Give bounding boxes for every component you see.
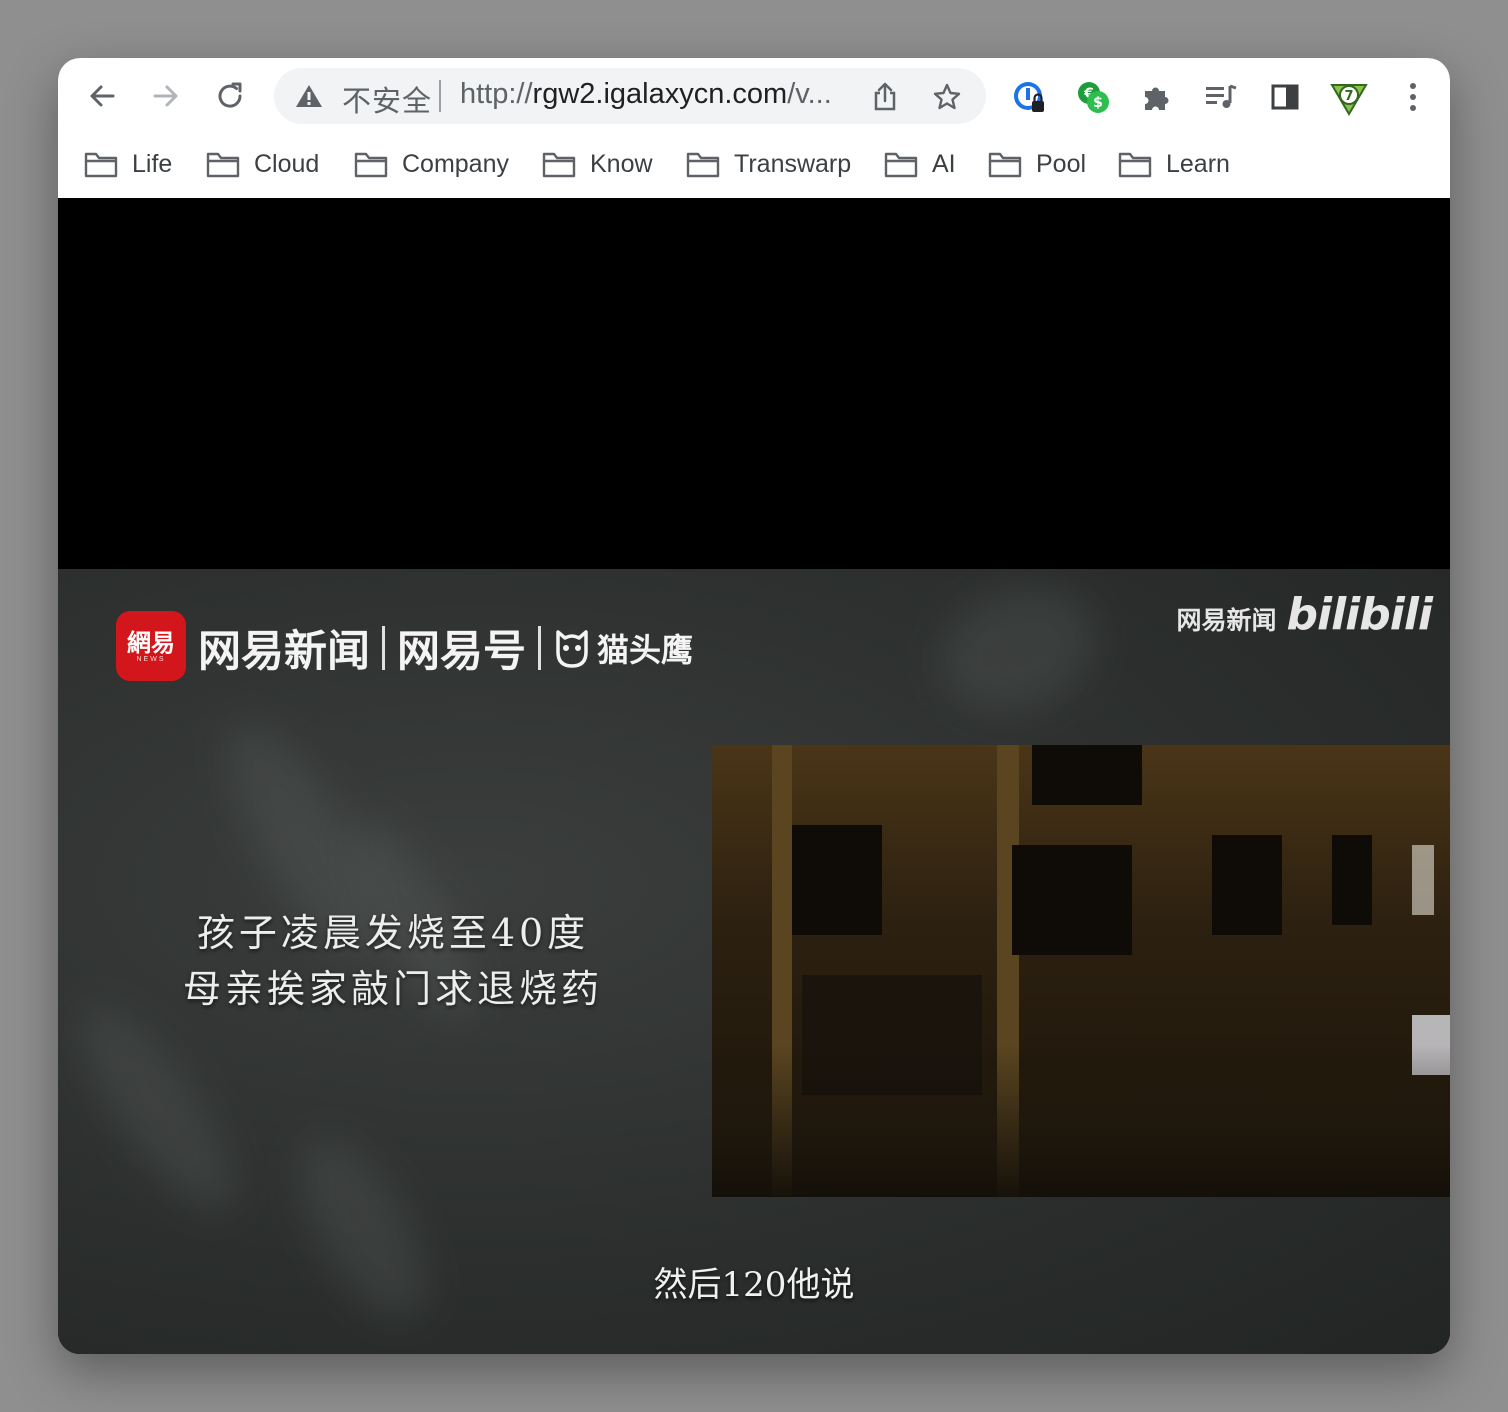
side-panel-icon bbox=[1271, 84, 1299, 110]
headline-line: 孩子凌晨发烧至40度 bbox=[196, 911, 590, 955]
media-control-button[interactable] bbox=[1200, 76, 1242, 118]
folder-icon bbox=[1118, 152, 1152, 178]
back-icon bbox=[90, 85, 115, 107]
sevenzip-extension-icon: 7 bbox=[1330, 84, 1368, 116]
url-scheme: http:// bbox=[460, 78, 533, 110]
video-subtitle: 然后120他说 bbox=[653, 1265, 855, 1305]
svg-text:$: $ bbox=[1093, 95, 1103, 111]
folder-icon bbox=[84, 152, 118, 178]
bookmark-folder-transwarp[interactable]: Transwarp bbox=[686, 142, 851, 186]
extensions-button[interactable] bbox=[1136, 76, 1178, 118]
currency-extension-icon: € $ bbox=[1078, 82, 1109, 113]
address-bar[interactable]: 不安全 http://rgw2.igalaxycn.com/v... bbox=[274, 68, 986, 124]
reload-button[interactable] bbox=[208, 74, 252, 118]
foreground-trees bbox=[712, 1045, 1450, 1197]
media-control-icon bbox=[1206, 84, 1237, 108]
bookmark-folder-life[interactable]: Life bbox=[84, 142, 172, 186]
brand-part: 网易号 bbox=[397, 627, 526, 677]
forward-button[interactable] bbox=[144, 74, 188, 118]
browser-chrome: 不安全 http://rgw2.igalaxycn.com/v... € $ 7… bbox=[58, 58, 1450, 198]
bookmark-star-button[interactable] bbox=[930, 80, 964, 114]
extensions-puzzle-icon bbox=[1145, 87, 1169, 110]
folder-icon bbox=[542, 152, 576, 178]
owl-brand: 猫头鹰 bbox=[553, 625, 693, 671]
folder-icon bbox=[988, 152, 1022, 178]
logo-glyph: 網易 bbox=[127, 627, 175, 657]
sevenzip-extension-button[interactable]: 7 bbox=[1328, 76, 1370, 118]
back-button[interactable] bbox=[80, 74, 124, 118]
bookmark-label: Transwarp bbox=[734, 149, 852, 178]
night-footage-inset bbox=[712, 745, 1450, 1197]
folder-icon bbox=[206, 152, 240, 178]
bookmark-label: Life bbox=[132, 149, 173, 178]
warning-icon bbox=[296, 85, 322, 107]
security-status-label[interactable]: 不安全 bbox=[342, 78, 432, 120]
url-host: rgw2.igalaxycn.com bbox=[532, 78, 788, 110]
share-button[interactable] bbox=[868, 80, 902, 114]
bookmark-folder-learn[interactable]: Learn bbox=[1118, 142, 1230, 186]
video-headline: 孩子凌晨发烧至40度 母亲挨家敲门求退烧药 bbox=[158, 905, 628, 1017]
bookmark-label: Company bbox=[402, 149, 509, 178]
brand-divider bbox=[538, 626, 541, 670]
forward-icon bbox=[153, 85, 178, 107]
bookmark-label: Know bbox=[590, 149, 653, 178]
watermark-bilibili: bilibili bbox=[1286, 589, 1433, 640]
logo-subtext: NEWS bbox=[136, 655, 166, 663]
bookmark-folder-pool[interactable]: Pool bbox=[988, 142, 1086, 186]
building-window bbox=[792, 825, 882, 935]
bookmark-folder-know[interactable]: Know bbox=[542, 142, 653, 186]
bookmark-star-icon bbox=[933, 83, 961, 110]
headline-line: 母亲挨家敲门求退烧药 bbox=[182, 967, 603, 1011]
svg-text:7: 7 bbox=[1344, 89, 1353, 104]
password-manager-extension-icon bbox=[1014, 82, 1044, 112]
more-menu-icon bbox=[1410, 83, 1416, 111]
bookmark-folder-company[interactable]: Company bbox=[354, 142, 509, 186]
omnibox-divider bbox=[439, 80, 441, 112]
building-window bbox=[1212, 835, 1282, 935]
watermark-netease: 网易新闻 bbox=[1176, 606, 1277, 635]
building-window bbox=[1332, 835, 1372, 925]
bookmark-folder-cloud[interactable]: Cloud bbox=[206, 142, 319, 186]
bookmark-label: AI bbox=[932, 149, 956, 178]
folder-icon bbox=[354, 152, 388, 178]
url-path: /v... bbox=[787, 78, 832, 110]
brand-part: 网易新闻 bbox=[198, 627, 370, 677]
brand-divider bbox=[382, 626, 385, 670]
currency-extension-button[interactable]: € $ bbox=[1072, 76, 1114, 118]
more-menu-button[interactable] bbox=[1392, 76, 1434, 118]
owl-icon bbox=[556, 630, 588, 668]
netease-news-logo: 網易 NEWS bbox=[116, 611, 186, 681]
bookmark-label: Learn bbox=[1166, 149, 1230, 178]
video-player[interactable]: 網易 NEWS 网易新闻 网易号 猫头鹰 网易新闻 bilibili 孩子凌晨发… bbox=[58, 569, 1450, 1354]
folder-icon bbox=[884, 152, 918, 178]
background-shadow bbox=[922, 569, 1114, 733]
brand-part: 猫头鹰 bbox=[597, 631, 694, 669]
bookmark-label: Pool bbox=[1036, 149, 1087, 178]
building-window bbox=[1032, 745, 1142, 805]
browser-window: 不安全 http://rgw2.igalaxycn.com/v... € $ 7… bbox=[58, 58, 1450, 1354]
background-shadow bbox=[58, 987, 260, 1231]
video-watermark: 网易新闻 bilibili bbox=[1176, 589, 1434, 640]
reload-icon bbox=[218, 82, 242, 108]
building-window bbox=[1012, 845, 1132, 955]
password-manager-extension-button[interactable] bbox=[1008, 76, 1050, 118]
share-icon bbox=[874, 82, 896, 111]
brand-banner: 网易新闻 网易号 猫头鹰 bbox=[198, 617, 693, 679]
folder-icon bbox=[686, 152, 720, 178]
bookmark-label: Cloud bbox=[254, 149, 320, 178]
lit-window bbox=[1412, 845, 1434, 915]
side-panel-button[interactable] bbox=[1264, 76, 1306, 118]
bookmark-folder-ai[interactable]: AI bbox=[884, 142, 956, 186]
url-text[interactable]: http://rgw2.igalaxycn.com/v... bbox=[460, 78, 870, 111]
page-content: 網易 NEWS 网易新闻 网易号 猫头鹰 网易新闻 bilibili 孩子凌晨发… bbox=[58, 198, 1450, 1354]
